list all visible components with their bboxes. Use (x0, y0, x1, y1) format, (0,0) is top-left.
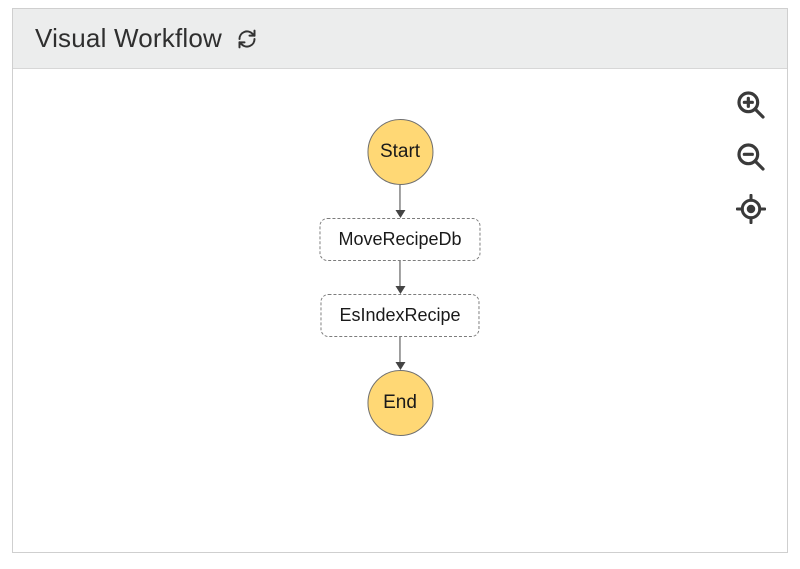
end-node[interactable]: End (367, 370, 433, 436)
panel-title: Visual Workflow (35, 23, 222, 54)
recenter-button[interactable] (733, 191, 769, 227)
step-node-label: MoveRecipeDb (338, 229, 461, 249)
arrow-connector (395, 185, 405, 218)
zoom-in-button[interactable] (733, 87, 769, 123)
step-node[interactable]: MoveRecipeDb (319, 218, 480, 261)
start-node-label: Start (380, 141, 420, 163)
panel-body: Start MoveRecipeDb EsIndexRecipe (13, 69, 787, 554)
workflow-panel: Visual Workflow (12, 8, 788, 553)
workflow-diagram[interactable]: Start MoveRecipeDb EsIndexRecipe (319, 119, 480, 436)
end-node-label: End (383, 392, 417, 414)
step-node-label: EsIndexRecipe (339, 305, 460, 325)
step-node[interactable]: EsIndexRecipe (320, 294, 479, 337)
arrow-connector (395, 337, 405, 370)
zoom-controls (733, 87, 769, 227)
start-node[interactable]: Start (367, 119, 433, 185)
zoom-out-button[interactable] (733, 139, 769, 175)
refresh-icon[interactable] (236, 28, 258, 50)
arrow-connector (395, 261, 405, 294)
panel-header: Visual Workflow (13, 9, 787, 69)
